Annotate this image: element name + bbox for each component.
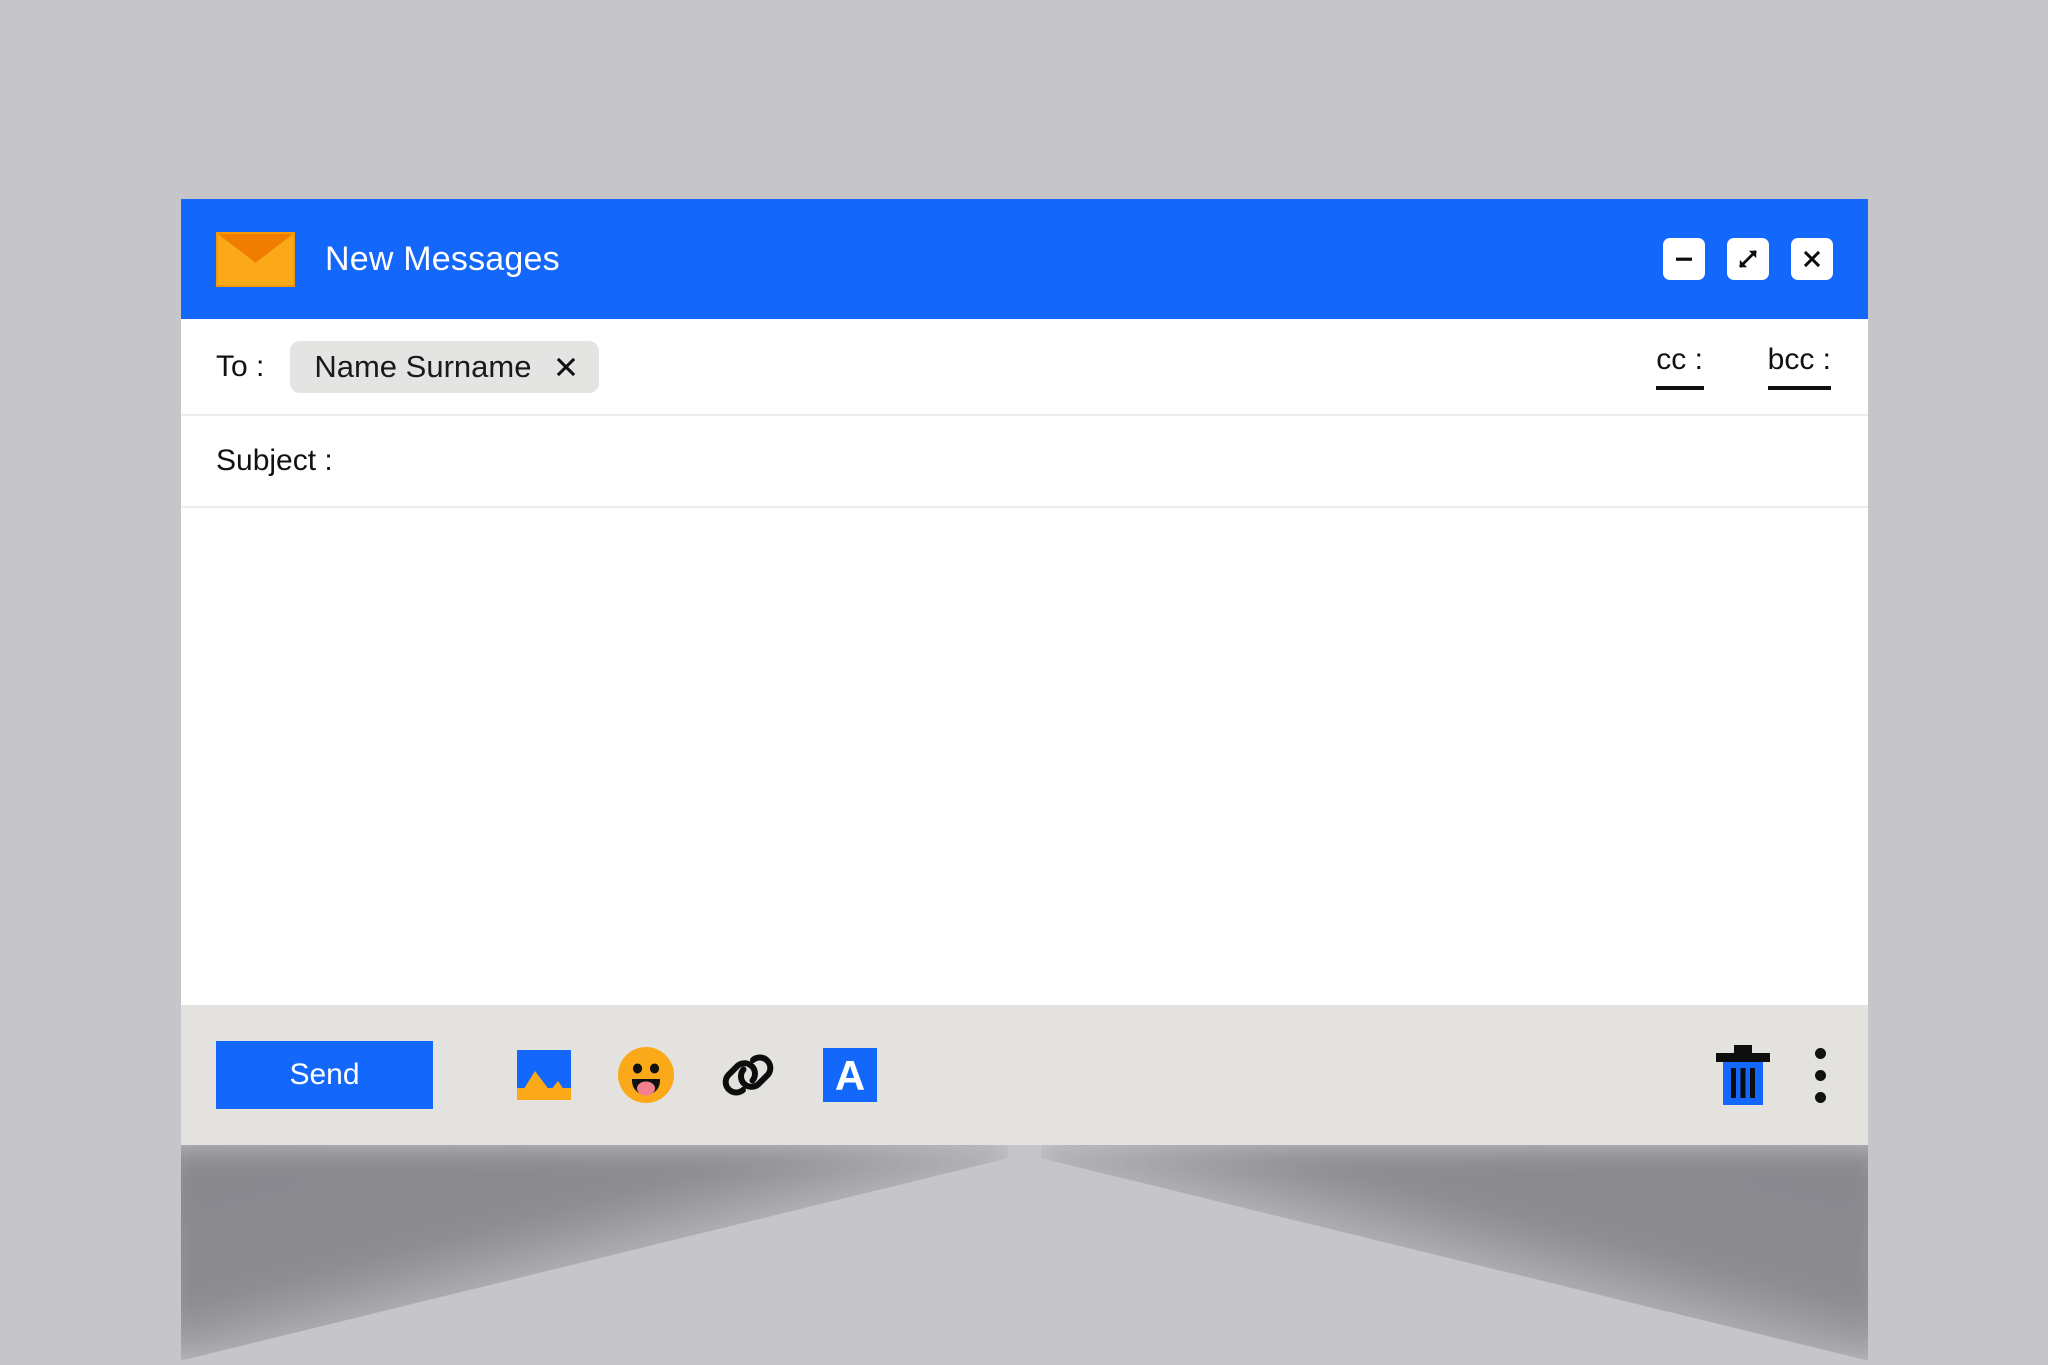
- font-format-icon: A: [823, 1048, 877, 1102]
- bcc-underline: [1767, 386, 1831, 390]
- formatting-options-button[interactable]: A: [821, 1046, 879, 1104]
- to-field-row[interactable]: To : Name Surname cc : bcc :: [181, 319, 1868, 416]
- envelope-icon: [216, 231, 295, 287]
- expand-diagonal-icon: [1738, 249, 1758, 269]
- window-titlebar: New Messages: [181, 199, 1868, 319]
- window-shadow: [181, 1145, 1868, 1365]
- close-icon: [1803, 250, 1821, 268]
- minimize-icon: [1676, 257, 1692, 261]
- subject-field-row[interactable]: Subject :: [181, 416, 1868, 508]
- message-body-input[interactable]: [181, 508, 1868, 1005]
- close-button[interactable]: [1791, 238, 1833, 280]
- bcc-label: bcc :: [1767, 343, 1831, 376]
- attach-link-button[interactable]: [719, 1046, 777, 1104]
- close-icon: [557, 357, 576, 376]
- trash-icon: [1716, 1045, 1770, 1105]
- compose-window: New Messages To: Name Surname cc: bcc …: [181, 199, 1868, 1145]
- cc-underline: [1655, 386, 1704, 390]
- toolbar-right-tools: [1712, 1043, 1828, 1107]
- insert-emoji-button[interactable]: [617, 1046, 675, 1104]
- kebab-dot: [1814, 1069, 1826, 1081]
- toolbar-tools: A: [515, 1046, 879, 1104]
- image-icon: [517, 1050, 571, 1100]
- maximize-button[interactable]: [1727, 238, 1769, 280]
- window-controls: [1663, 238, 1833, 280]
- cc-field[interactable]: cc :: [1655, 343, 1704, 390]
- subject-label: Subject :: [216, 444, 333, 477]
- window-title: New Messages: [325, 239, 560, 278]
- minimize-button[interactable]: [1663, 238, 1705, 280]
- recipient-chip[interactable]: Name Surname: [290, 340, 600, 393]
- kebab-dot: [1814, 1047, 1826, 1059]
- recipient-chip-label: Name Surname: [314, 348, 532, 384]
- shadow-wing-left: [181, 1145, 1008, 1365]
- font-format-glyph: A: [835, 1052, 865, 1099]
- compose-toolbar: Send A: [181, 1005, 1868, 1145]
- send-button[interactable]: Send: [216, 1041, 433, 1109]
- discard-draft-button[interactable]: [1712, 1043, 1774, 1107]
- shadow-wing-right: [1041, 1145, 1868, 1365]
- kebab-dot: [1814, 1091, 1826, 1103]
- to-label: To :: [216, 349, 265, 383]
- cc-label: cc :: [1656, 343, 1703, 376]
- link-icon: [722, 1054, 774, 1096]
- remove-recipient-button[interactable]: [553, 354, 579, 380]
- insert-image-button[interactable]: [515, 1046, 573, 1104]
- envelope-flap-icon: [218, 233, 293, 263]
- cc-bcc-group: cc : bcc :: [1655, 343, 1831, 390]
- bcc-field[interactable]: bcc :: [1767, 343, 1831, 390]
- more-options-button[interactable]: [1812, 1046, 1828, 1104]
- emoji-icon: [618, 1047, 674, 1103]
